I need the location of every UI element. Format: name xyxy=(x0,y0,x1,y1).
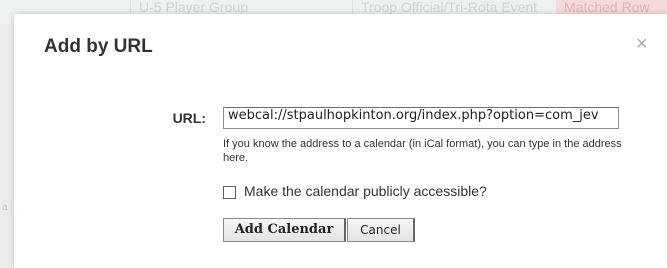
url-help-text: If you know the address to a calendar (i… xyxy=(223,138,622,164)
url-label: URL: xyxy=(172,110,206,126)
background-glyph: a xyxy=(2,202,8,213)
add-calendar-button[interactable]: Add Calendar xyxy=(223,218,346,242)
background-left-panel: a xyxy=(0,24,14,268)
close-icon[interactable]: × xyxy=(636,34,648,54)
add-by-url-dialog: Add by URL × URL: webcal://stpaulhopkint… xyxy=(14,14,667,268)
dialog-title: Add by URL xyxy=(44,36,153,57)
cancel-button[interactable]: Cancel xyxy=(347,218,415,242)
url-input[interactable]: webcal://stpaulhopkinton.org/index.php?o… xyxy=(223,107,619,129)
public-checkbox[interactable] xyxy=(223,186,236,199)
public-checkbox-label[interactable]: Make the calendar publicly accessible? xyxy=(244,183,487,199)
